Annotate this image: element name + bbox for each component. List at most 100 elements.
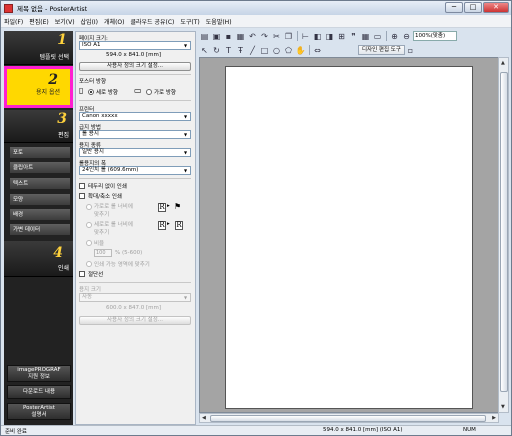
divider (79, 178, 191, 179)
scroll-right-icon[interactable]: ▶ (492, 415, 496, 421)
menu-edit[interactable]: 편집(E) (26, 17, 52, 26)
undo-icon[interactable]: ↶ (247, 31, 258, 42)
feed-select[interactable]: 롤 용지 ▼ (79, 130, 191, 139)
redo-icon[interactable]: ↷ (259, 31, 270, 42)
grid-icon[interactable]: ▦ (360, 31, 371, 42)
ratio-unit: % (5-600) (115, 250, 143, 256)
sidebar-item-variable-data[interactable]: 가변 데이터 (9, 223, 71, 236)
sidebar-item-background[interactable]: 배경 (9, 208, 71, 221)
chevron-down-icon: ▼ (183, 295, 188, 300)
zoom-out-icon[interactable]: ⊖ (401, 31, 412, 42)
select-arrow-icon[interactable]: ↖ (199, 45, 210, 56)
group-icon[interactable]: ⊞ (336, 31, 347, 42)
zoom-in-icon[interactable]: ⊕ (389, 31, 400, 42)
menu-help[interactable]: 도움말(H) (203, 17, 235, 26)
copy-icon[interactable]: ❐ (283, 31, 294, 42)
step-select-template[interactable]: 1 템플릿 선택 (4, 31, 73, 65)
roll-width-select[interactable]: 24인치 롤 (609.6mm) ▼ (79, 166, 191, 175)
step-sidebar: 1 템플릿 선택 2 용지 옵션 3 편집 포토 클립아트 텍스트 모양 배경 … (4, 31, 73, 425)
horizontal-scrollbar[interactable]: ◀ ▶ (199, 413, 499, 423)
scroll-down-icon[interactable]: ▼ (501, 404, 505, 410)
paper-size-select[interactable]: 자동 ▼ (79, 293, 191, 302)
bring-front-icon[interactable]: ◧ (312, 31, 323, 42)
divider (79, 74, 191, 75)
frame-icon[interactable]: ▭ (372, 31, 383, 42)
menu-object[interactable]: 개체(O) (101, 17, 127, 26)
sidebar-item-shape[interactable]: 모양 (9, 193, 71, 206)
zoom-select[interactable]: 100%(맞춤) (413, 31, 457, 41)
custom-size-button[interactable]: 사용자 정의 크기 설정... (79, 62, 191, 71)
button-line: PosterArtist (23, 405, 55, 411)
menu-cloud-share[interactable]: 클라우드 공유(C) (127, 17, 177, 26)
printer-select[interactable]: Canon xxxxx ▼ (79, 112, 191, 121)
paper-type-value: 일반 용지 (82, 149, 104, 155)
sidebar-item-clipart[interactable]: 클립아트 (9, 161, 71, 174)
download-button[interactable]: 다운로드 내용 (7, 385, 71, 399)
minimize-toolbar-icon[interactable]: ▫ (405, 45, 416, 56)
fit-printable-label: 인쇄 가능 영역에 맞추기 (94, 262, 150, 268)
paper-type-select[interactable]: 일반 용지 ▼ (79, 148, 191, 157)
text-tool-icon[interactable]: T (223, 45, 234, 56)
ratio-label: 비율 (94, 241, 105, 247)
custom-size-button-2[interactable]: 사용자 정의 크기 설정... (79, 316, 191, 325)
send-back-icon[interactable]: ◨ (324, 31, 335, 42)
menu-view[interactable]: 보기(V) (52, 17, 78, 26)
fit-roll-portrait-radio[interactable] (86, 222, 92, 228)
poster-page[interactable] (225, 66, 473, 409)
fit-printable-radio[interactable] (86, 261, 92, 267)
rectangle-tool-icon[interactable]: □ (259, 45, 270, 56)
sidebar-item-text[interactable]: 텍스트 (9, 177, 71, 190)
save-icon[interactable]: ▪ (223, 31, 234, 42)
feed-value: 롤 용지 (82, 131, 99, 137)
menu-insert[interactable]: 삽입(I) (78, 17, 102, 26)
posterartist-manual-button[interactable]: PosterArtist 설명서 (7, 403, 71, 420)
scale-print-checkbox[interactable] (79, 193, 85, 199)
vertical-scrollbar[interactable]: ▲ ▼ (498, 57, 509, 413)
new-icon[interactable]: ▤ (199, 31, 210, 42)
polygon-tool-icon[interactable]: ⬠ (283, 45, 294, 56)
minimize-button[interactable]: ─ (445, 2, 463, 13)
page-dimensions: 594.0 x 841.0 [mm] (106, 52, 161, 58)
cut-icon[interactable]: ✂ (271, 31, 282, 42)
page-size-select[interactable]: ISO A1 ▼ (79, 41, 191, 50)
maximize-button[interactable]: □ (464, 2, 482, 13)
chevron-down-icon: ▼ (183, 114, 188, 119)
scrollbar-thumb[interactable] (210, 415, 486, 422)
step-print[interactable]: 4 인쇄 (4, 241, 73, 277)
step-edit[interactable]: 3 편집 (4, 110, 73, 143)
application-window: 제목 없음 - PosterArtist ─ □ ✕ 파일(F) 편집(E) 보… (0, 0, 512, 436)
ratio-input[interactable]: 100 (94, 249, 112, 257)
scale-print-label: 확대/축소 인쇄 (88, 194, 122, 200)
sidebar-item-photo[interactable]: 포토 (9, 146, 71, 159)
rotate-icon[interactable]: ↻ (211, 45, 222, 56)
scroll-left-icon[interactable]: ◀ (202, 415, 206, 421)
align-icon[interactable]: ⊢ (300, 31, 311, 42)
app-icon (4, 3, 13, 13)
close-button[interactable]: ✕ (483, 2, 509, 13)
open-icon[interactable]: ▣ (211, 31, 222, 42)
cut-line-checkbox[interactable] (79, 271, 85, 277)
borderless-checkbox[interactable] (79, 183, 85, 189)
roll-width-value: 24인치 롤 (609.6mm) (82, 167, 139, 173)
fit-roll-landscape-radio[interactable] (86, 204, 92, 210)
layout-tool-button[interactable]: 디자인 편집 도구 (358, 45, 405, 55)
scrollbar-thumb[interactable] (500, 72, 508, 392)
ellipse-tool-icon[interactable]: ○ (271, 45, 282, 56)
toggle-panel-icon[interactable]: ⇔ (312, 45, 323, 56)
landscape-radio[interactable] (146, 89, 152, 95)
title-bar: 제목 없음 - PosterArtist ─ □ ✕ (1, 1, 511, 15)
menu-file[interactable]: 파일(F) (1, 17, 26, 26)
ratio-radio[interactable] (86, 240, 92, 246)
quote-icon[interactable]: ❞ (348, 31, 359, 42)
imageprograf-support-button[interactable]: imagePROGRAF 지원 정보 (7, 365, 71, 382)
paper-size-value: 자동 (82, 294, 93, 300)
canvas-area[interactable] (199, 57, 499, 413)
step-paper-options[interactable]: 2 용지 옵션 (4, 66, 73, 108)
vertical-text-icon[interactable]: Ŧ (235, 45, 246, 56)
portrait-radio[interactable] (88, 89, 94, 95)
line-tool-icon[interactable]: ╱ (247, 45, 258, 56)
menu-tools[interactable]: 도구(T) (177, 17, 202, 26)
scroll-up-icon[interactable]: ▲ (501, 60, 505, 66)
hand-tool-icon[interactable]: ✋ (295, 45, 306, 56)
print-icon[interactable]: ▦ (235, 31, 246, 42)
